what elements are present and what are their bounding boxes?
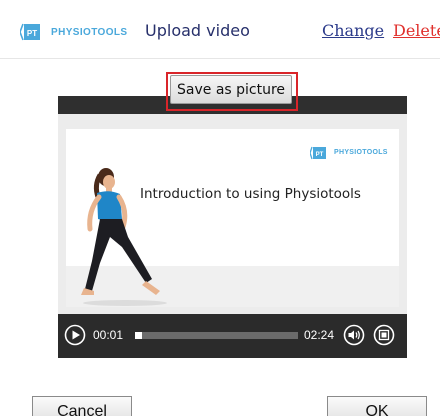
save-as-picture-button[interactable]: Save as picture <box>170 75 292 104</box>
current-time: 00:01 <box>93 328 124 342</box>
volume-icon[interactable] <box>343 324 365 346</box>
play-icon[interactable] <box>64 324 86 346</box>
logo-mark-text: PT <box>27 29 37 38</box>
page-title: Upload video <box>145 21 250 40</box>
brand-name: PHYSIOTOOLS <box>51 27 128 38</box>
slide-logo-mark-text: PT <box>316 152 324 158</box>
video-player: PT PHYSIOTOOLS Introduction to using Phy… <box>58 96 407 358</box>
video-frame[interactable]: PT PHYSIOTOOLS Introduction to using Phy… <box>58 114 407 314</box>
progress-fill <box>135 332 142 339</box>
delete-link[interactable]: Delete <box>393 21 440 40</box>
fullscreen-icon[interactable] <box>373 324 395 346</box>
physiotools-logo-icon: PT <box>310 146 326 160</box>
total-time: 02:24 <box>304 328 335 342</box>
video-controls: 00:01 02:24 <box>58 314 407 358</box>
video-slide: PT PHYSIOTOOLS Introduction to using Phy… <box>66 129 399 307</box>
upload-video-dialog: PT PHYSIOTOOLS Upload video Change Delet… <box>0 0 440 416</box>
dialog-header: PT PHYSIOTOOLS Upload video Change Delet… <box>0 0 440 59</box>
exercise-figure-image <box>81 168 167 306</box>
physiotools-logo-icon: PT <box>20 23 40 41</box>
change-link[interactable]: Change <box>322 21 384 40</box>
progress-bar[interactable] <box>135 332 298 339</box>
cancel-button[interactable]: Cancel <box>32 396 132 416</box>
ok-button[interactable]: OK <box>327 396 427 416</box>
slide-brand-name: PHYSIOTOOLS <box>334 149 388 156</box>
